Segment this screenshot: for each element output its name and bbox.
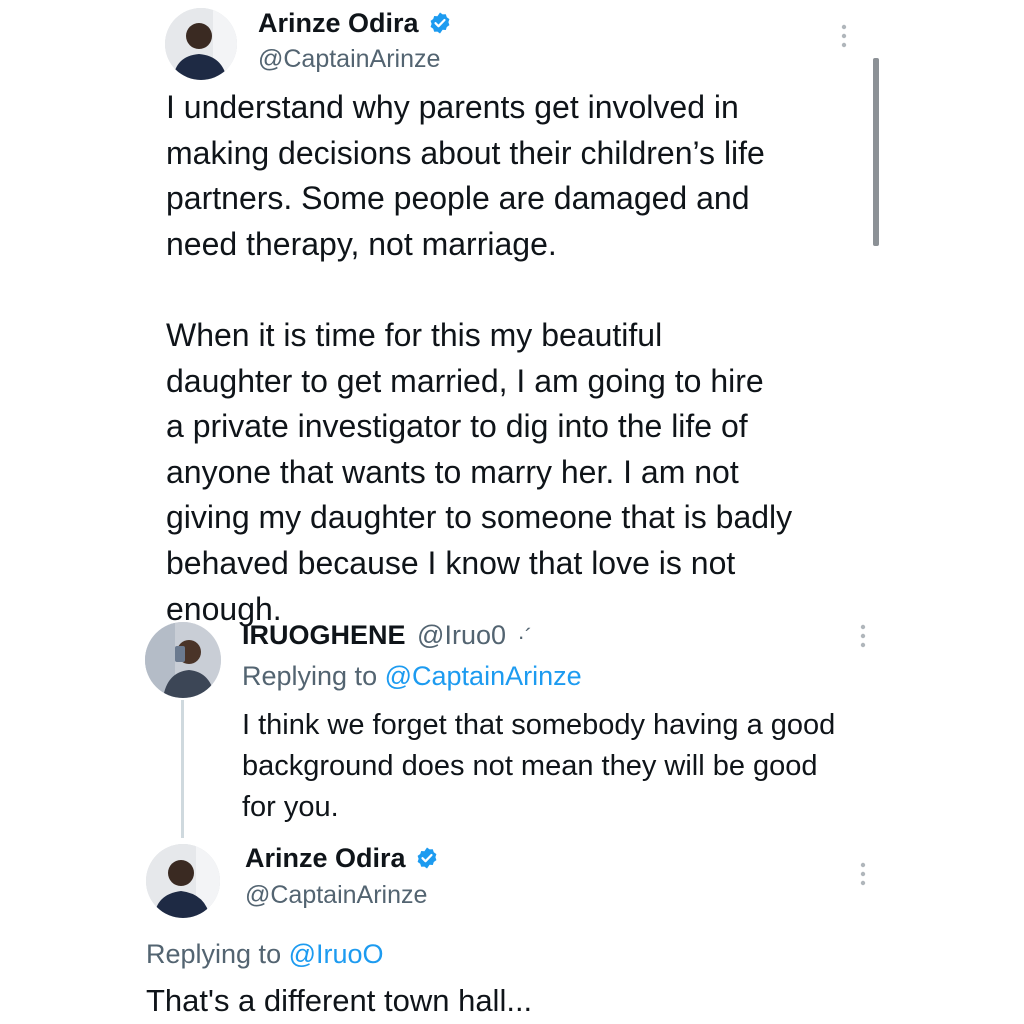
more-vertical-icon[interactable] [857, 860, 869, 888]
tweet-line: behaved because I know that love is not [166, 544, 736, 581]
tweet-line: When it is time for this my beautiful [166, 316, 663, 353]
author-handle[interactable]: @CaptainArinze [258, 45, 440, 74]
mention-link[interactable]: @IruoO [289, 939, 384, 969]
mention-link[interactable]: @CaptainArinze [385, 661, 582, 691]
tweet-line: making decisions about their children’s … [166, 134, 765, 171]
timestamp-separator: ·´ [517, 624, 533, 649]
avatar[interactable] [165, 8, 237, 80]
tweet-line: partners. Some people are damaged and [166, 180, 750, 217]
tweet-line: a private investigator to dig into the l… [166, 408, 748, 445]
avatar-photo [145, 622, 221, 698]
author-name[interactable]: IRUOGHENE [242, 620, 406, 650]
tweet-text: I think we forget that somebody having a… [242, 705, 835, 828]
tweet-line: for you. [242, 791, 339, 823]
tweet-line: giving my daughter to someone that is ba… [166, 499, 793, 536]
tweet-line: I understand why parents get involved in [166, 89, 739, 125]
tweet-text: I understand why parents get involved in… [166, 85, 792, 632]
tweet-line: anyone that wants to marry her. I am not [166, 453, 739, 490]
avatar[interactable] [146, 844, 220, 918]
author-handle[interactable]: @CaptainArinze [245, 881, 427, 910]
avatar[interactable] [145, 622, 221, 698]
more-vertical-icon[interactable] [857, 622, 869, 650]
tweet-line: need therapy, not marriage. [166, 225, 557, 262]
verified-badge-icon [430, 12, 450, 34]
tweet-line: daughter to get married, I am going to h… [166, 362, 764, 399]
replying-to-label: Replying to [242, 661, 378, 691]
verified-badge-icon [417, 847, 437, 869]
tweet-text: That's a different town hall... [146, 983, 533, 1018]
tweet-line: I think we forget that somebody having a… [242, 709, 836, 741]
reply-header: IRUOGHENE @Iruo0 ·´ [242, 620, 532, 651]
replying-to: Replying to @CaptainArinze [242, 661, 582, 692]
more-vertical-icon[interactable] [838, 22, 850, 50]
avatar-photo [146, 844, 220, 918]
thread-line [181, 700, 184, 838]
avatar-photo [165, 8, 237, 80]
replying-to-label: Replying to [146, 939, 282, 969]
replying-to: Replying to @IruoO [146, 939, 384, 970]
scrollbar[interactable] [873, 58, 879, 246]
author-handle[interactable]: @Iruo0 [417, 620, 506, 650]
tweet-line [166, 267, 792, 313]
author-name[interactable]: Arinze Odira [258, 8, 452, 39]
author-name[interactable]: Arinze Odira [245, 843, 439, 874]
tweet-line: background does not mean they will be go… [242, 750, 818, 782]
